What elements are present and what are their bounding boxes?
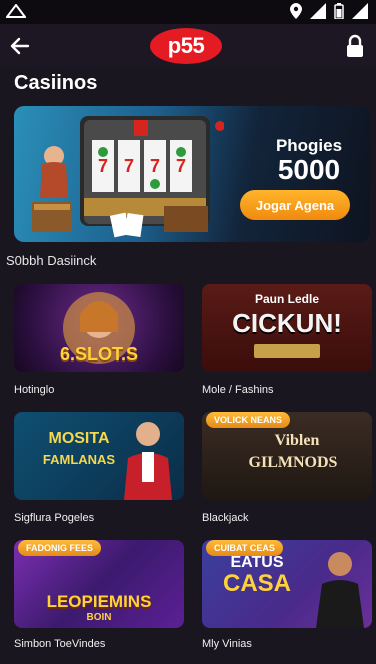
game-art-subtitle: Viblen <box>274 432 320 449</box>
game-title: Mly Vinias <box>202 638 252 650</box>
game-art-subtitle: BOIN <box>86 612 112 623</box>
game-art-subtitle: Paun Ledle <box>254 292 319 306</box>
svg-text:7: 7 <box>176 156 186 176</box>
game-title: Mole / Fashins <box>202 384 274 396</box>
game-card-mole-fashins[interactable]: Paun Ledle CICKUN! <box>202 284 372 372</box>
arrow-left-icon[interactable] <box>8 34 32 58</box>
player-illustration <box>316 552 364 628</box>
lock-icon[interactable] <box>344 34 366 58</box>
game-badge: VOLICK NEANS <box>206 412 291 428</box>
game-title: Sigflura Pogeles <box>14 512 95 524</box>
signal-icon <box>310 3 326 19</box>
game-title: Hotinglo <box>14 384 55 396</box>
game-art-title: LEOPIEMINS <box>46 592 152 611</box>
game-card-blackjack[interactable]: VOLICK NEANS Viblen GILMNODS <box>202 412 372 500</box>
app-header: p55 <box>0 24 376 68</box>
promo-banner[interactable]: 7 7 7 7 Phogies 5000 Jogar Agena <box>14 106 370 242</box>
warning-triangle-icon <box>6 4 26 18</box>
svg-text:7: 7 <box>150 156 160 176</box>
game-art-plate <box>254 344 320 358</box>
promo-amount: 5000 <box>277 154 341 185</box>
dealer-illustration <box>124 422 172 500</box>
section-subtitle: S0bbh Dasiinck <box>6 253 97 268</box>
game-art-title: 6.SLOT.S <box>59 344 139 364</box>
game-card-simbon-toevindes[interactable]: FADONIG FEES LEOPIEMINS BOIN <box>14 540 184 628</box>
game-badge: FADONIG FEES <box>18 540 102 556</box>
game-art-title: CICKUN! <box>232 308 342 338</box>
svg-text:7: 7 <box>124 156 134 176</box>
battery-icon <box>334 3 344 19</box>
status-bar <box>0 0 376 24</box>
svg-text:7: 7 <box>98 156 108 176</box>
brand-logo[interactable]: p55 <box>150 28 222 64</box>
play-now-button[interactable]: Jogar Agena <box>240 190 350 220</box>
game-card-mly-vinias[interactable]: CUIBAT CEAS EATUS CASA <box>202 540 372 628</box>
slot-machine-illustration: 7 7 7 7 <box>32 116 224 238</box>
page-title: Casiinos <box>14 72 98 94</box>
game-art-title: GILMNODS <box>248 454 338 471</box>
location-icon <box>290 3 302 19</box>
game-title: Blackjack <box>202 512 249 524</box>
wifi-icon <box>352 3 368 19</box>
game-title: Simbon ToeVindes <box>14 638 106 650</box>
game-card-sigflura-pogeles[interactable]: MOSITA FAMLANAS <box>14 412 184 500</box>
game-card-hotinglo[interactable]: 6.SLOT.S <box>14 284 184 372</box>
promo-subtitle: Phogies <box>275 136 343 155</box>
